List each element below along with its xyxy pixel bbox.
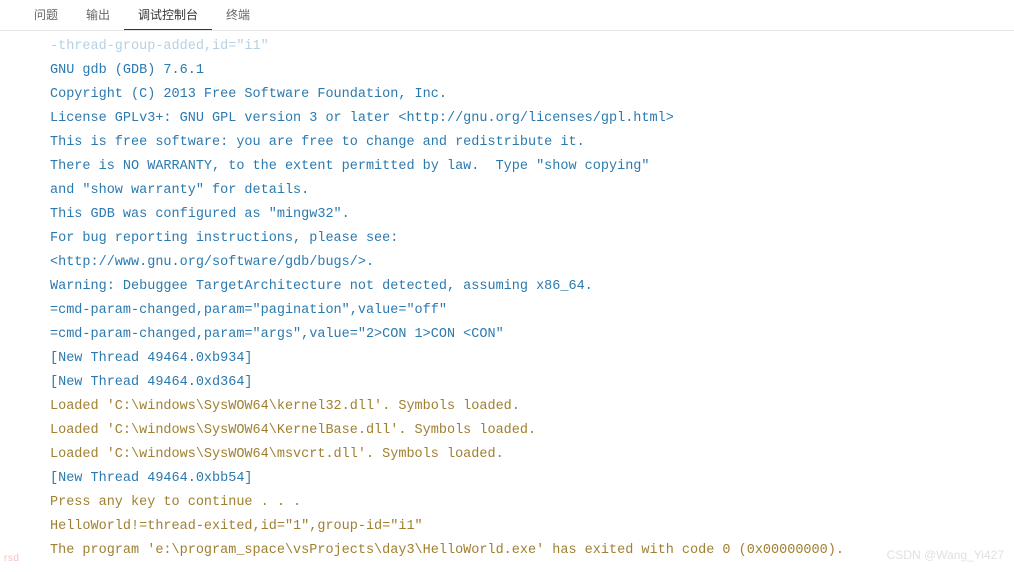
console-line: License GPLv3+: GNU GPL version 3 or lat… [50,107,1014,131]
console-line: -thread-group-added,id="i1" [50,35,1014,59]
console-line: and "show warranty" for details. [50,179,1014,203]
console-line: Loaded 'C:\windows\SysWOW64\KernelBase.d… [50,419,1014,443]
console-line: HelloWorld!=thread-exited,id="1",group-i… [50,515,1014,539]
debug-console-output[interactable]: -thread-group-added,id="i1"GNU gdb (GDB)… [0,31,1014,567]
console-line: This is free software: you are free to c… [50,131,1014,155]
console-line: Loaded 'C:\windows\SysWOW64\msvcrt.dll'.… [50,443,1014,467]
tab-terminal[interactable]: 终端 [212,0,264,30]
tab-bar: 问题 输出 调试控制台 终端 [0,0,1014,31]
console-line: Press any key to continue . . . [50,491,1014,515]
console-line: [New Thread 49464.0xd364] [50,371,1014,395]
watermark-left: rsd [4,553,19,564]
console-line: Warning: Debuggee TargetArchitecture not… [50,275,1014,299]
console-line: GNU gdb (GDB) 7.6.1 [50,59,1014,83]
console-line: [New Thread 49464.0xb934] [50,347,1014,371]
console-line: [New Thread 49464.0xbb54] [50,467,1014,491]
console-line: =cmd-param-changed,param="args",value="2… [50,323,1014,347]
console-line: There is NO WARRANTY, to the extent perm… [50,155,1014,179]
console-line: Loaded 'C:\windows\SysWOW64\kernel32.dll… [50,395,1014,419]
tab-debug-console[interactable]: 调试控制台 [124,0,212,30]
console-line: The program 'e:\program_space\vsProjects… [50,539,1014,563]
console-line: =cmd-param-changed,param="pagination",va… [50,299,1014,323]
console-line: <http://www.gnu.org/software/gdb/bugs/>. [50,251,1014,275]
watermark-right: CSDN @Wang_Yi427 [887,548,1004,562]
console-line: Copyright (C) 2013 Free Software Foundat… [50,83,1014,107]
console-line: For bug reporting instructions, please s… [50,227,1014,251]
tab-output[interactable]: 输出 [72,0,124,30]
console-line: This GDB was configured as "mingw32". [50,203,1014,227]
tab-problems[interactable]: 问题 [20,0,72,30]
